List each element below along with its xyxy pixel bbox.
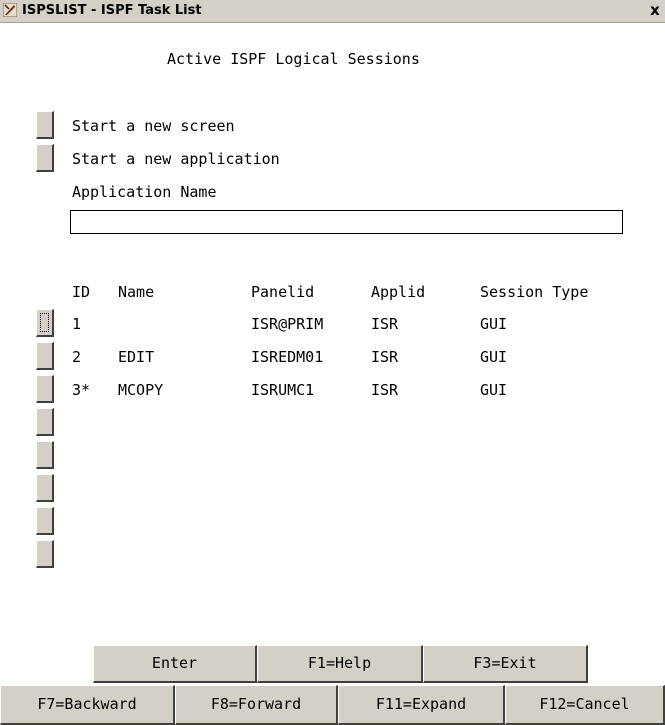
function-key-bar: F7=Backward F8=Forward F11=Expand F12=Ca… — [0, 685, 665, 725]
new-application-button[interactable] — [36, 144, 54, 172]
new-application-label: Start a new application — [72, 150, 280, 168]
empty-row-select-button[interactable] — [36, 408, 54, 436]
session-row-1-select-button[interactable] — [36, 309, 54, 337]
empty-row-select-button[interactable] — [36, 474, 54, 502]
empty-row-select-button[interactable] — [36, 540, 54, 568]
help-button[interactable]: F1=Help — [257, 645, 423, 683]
window-title: ISPSLIST - ISPF Task List — [22, 3, 202, 18]
column-header-name: Name — [118, 283, 155, 301]
session-row-3-type: GUI — [480, 381, 508, 399]
session-row-2-panelid: ISREDM01 — [251, 348, 324, 366]
column-header-applid: Applid — [371, 283, 426, 301]
session-row-2-name: EDIT — [118, 348, 155, 366]
application-name-label: Application Name — [72, 183, 217, 201]
new-screen-label: Start a new screen — [72, 117, 235, 135]
session-row-1-applid: ISR — [371, 315, 399, 333]
session-row-1-type: GUI — [480, 315, 508, 333]
enter-button[interactable]: Enter — [93, 645, 257, 683]
forward-button[interactable]: F8=Forward — [175, 685, 338, 725]
ispf-task-list-window: ISPSLIST - ISPF Task List x Active ISPF … — [0, 0, 665, 725]
title-bar: ISPSLIST - ISPF Task List x — [0, 0, 665, 23]
close-icon[interactable]: x — [647, 1, 663, 19]
session-row-2-id: 2 — [72, 348, 82, 366]
session-row-2-type: GUI — [480, 348, 508, 366]
session-row-3-select-button[interactable] — [36, 375, 54, 403]
session-row-3-name: MCOPY — [118, 381, 164, 399]
ispf-app-icon — [2, 2, 18, 18]
backward-button[interactable]: F7=Backward — [0, 685, 175, 725]
session-row-2-select-button[interactable] — [36, 342, 54, 370]
session-row-1-panelid: ISR@PRIM — [251, 315, 324, 333]
application-name-input[interactable] — [70, 210, 623, 234]
session-row-3-applid: ISR — [371, 381, 399, 399]
session-row-3-panelid: ISRUMC1 — [251, 381, 315, 399]
session-row-3-id: 3* — [72, 381, 91, 399]
session-row-1-id: 1 — [72, 315, 82, 333]
new-screen-button[interactable] — [36, 111, 54, 139]
session-row-2-applid: ISR — [371, 348, 399, 366]
expand-button[interactable]: F11=Expand — [338, 685, 505, 725]
column-header-session-type: Session Type — [480, 283, 589, 301]
exit-button[interactable]: F3=Exit — [423, 645, 588, 683]
empty-row-select-button[interactable] — [36, 507, 54, 535]
page-title: Active ISPF Logical Sessions — [167, 50, 420, 68]
column-header-id: ID — [72, 283, 91, 301]
column-header-panelid: Panelid — [251, 283, 315, 301]
empty-row-select-button[interactable] — [36, 441, 54, 469]
cancel-button[interactable]: F12=Cancel — [505, 685, 665, 725]
